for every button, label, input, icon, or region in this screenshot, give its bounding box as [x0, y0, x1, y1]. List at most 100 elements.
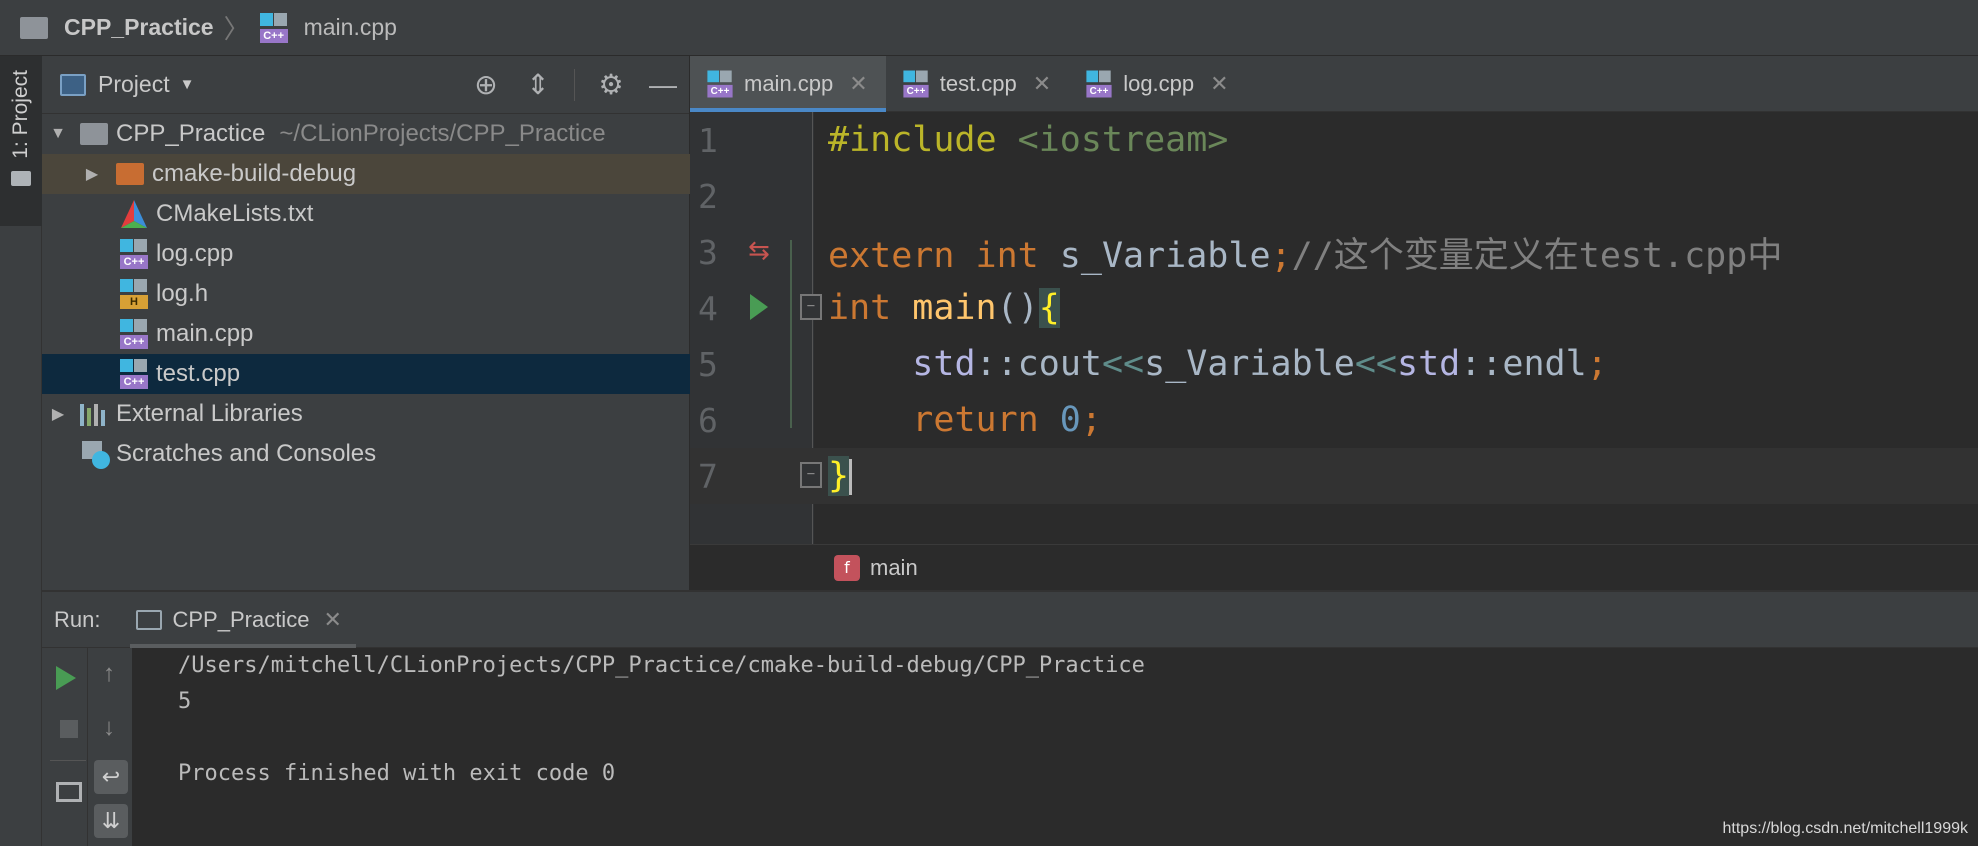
breadcrumb-separator-icon: 〉 [223, 14, 250, 44]
watermark: https://blog.csdn.net/mitchell1999k [1722, 820, 1968, 837]
left-tool-strip: 1: Project [0, 56, 42, 846]
arrow-up-icon[interactable]: ↑ [92, 660, 126, 688]
tree-item-log-cpp[interactable]: C++ log.cpp [42, 234, 690, 274]
tree-item-label: Scratches and Consoles [116, 440, 377, 467]
rerun-icon[interactable] [56, 666, 76, 690]
scroll-to-end-icon[interactable]: ⇊ [94, 804, 128, 838]
tree-item-label: main.cpp [156, 320, 254, 347]
close-icon[interactable]: ✕ [849, 71, 867, 97]
code-token: int [828, 288, 892, 328]
breadcrumb-function-label[interactable]: main [870, 555, 918, 581]
collapsed-arrow-icon[interactable]: ▶ [48, 404, 68, 424]
code-token: int [954, 235, 1039, 276]
tree-item-cmakelists[interactable]: CMakeLists.txt [42, 194, 690, 234]
line-number: 2 [698, 176, 718, 216]
tree-item-log-h[interactable]: H log.h [42, 274, 690, 314]
cpp-file-icon: C++ [259, 12, 288, 43]
tree-item-test-cpp[interactable]: C++ test.cpp [42, 354, 690, 394]
header-file-icon: H [120, 279, 148, 309]
hide-panel-icon[interactable]: — [647, 69, 679, 101]
breadcrumb-project[interactable]: CPP_Practice [20, 14, 214, 41]
cpp-file-icon: C++ [1086, 70, 1112, 98]
close-icon[interactable]: ✕ [1210, 71, 1228, 97]
project-tool-tab[interactable]: 1: Project [0, 56, 42, 226]
tab-label: test.cpp [939, 71, 1017, 96]
tree-item-main-cpp[interactable]: C++ main.cpp [42, 314, 690, 354]
folder-icon [20, 16, 48, 39]
code-token: << [1101, 344, 1145, 384]
folder-icon [80, 123, 108, 145]
code-line-7[interactable]: 7 − } [690, 448, 1978, 504]
code-line-1[interactable]: 1 #include <iostream> [690, 112, 1978, 168]
toolbar-divider [574, 68, 575, 101]
close-icon[interactable]: ✕ [323, 607, 341, 633]
tree-item-label: test.cpp [156, 360, 241, 387]
code-token: endl [1502, 344, 1587, 384]
stop-icon[interactable] [60, 720, 78, 738]
code-line-6[interactable]: 6 return 0; [690, 392, 1978, 448]
navigate-to-definition-icon[interactable]: ⇆ [748, 236, 770, 266]
line-number: 4 [698, 288, 718, 328]
project-tool-tab-label: 1: Project [9, 70, 32, 159]
cpp-file-icon: C++ [707, 70, 733, 98]
tab-label: log.cpp [1123, 71, 1195, 96]
code-line-5[interactable]: 5 std::cout<<s_Variable<<std::endl; [690, 336, 1978, 392]
tab-log-cpp[interactable]: C++ log.cpp ✕ [1069, 56, 1246, 112]
code-token: std [1397, 344, 1461, 384]
code-token: ; [1080, 400, 1102, 440]
tree-item-scratches[interactable]: Scratches and Consoles [42, 434, 690, 474]
fold-icon[interactable]: − [800, 294, 822, 320]
tree-item-external-libraries[interactable]: ▶ External Libraries [42, 394, 690, 434]
code-token: #include [828, 120, 997, 160]
line-number: 5 [698, 344, 718, 384]
tab-main-cpp[interactable]: C++ main.cpp ✕ [690, 56, 886, 112]
text-caret [849, 459, 853, 495]
tree-item-label: CMakeLists.txt [156, 200, 314, 227]
code-token: 0 [1038, 400, 1081, 440]
breadcrumb-file[interactable]: C++ main.cpp [259, 12, 397, 43]
breadcrumb-file-label: main.cpp [303, 14, 397, 40]
fold-icon[interactable]: − [800, 462, 822, 488]
tree-item-cmake-build-debug[interactable]: ▶ cmake-build-debug [42, 154, 690, 194]
code-token: s_Variable [1144, 344, 1355, 384]
collapse-all-icon[interactable]: ⇕ [522, 68, 554, 101]
tree-item-label: External Libraries [116, 400, 303, 427]
run-tab-label: CPP_Practice [172, 606, 310, 632]
expanded-arrow-icon[interactable]: ▼ [48, 125, 68, 143]
scratches-icon [80, 439, 110, 469]
run-icon[interactable] [750, 294, 768, 320]
code-line-3[interactable]: 3 ⇆ extern int s_Variable;//这个变量定义在test.… [690, 224, 1978, 280]
project-panel-title[interactable]: Project [98, 71, 170, 98]
code-editor[interactable]: 1 #include <iostream> 2 3 ⇆ extern int s… [690, 112, 1978, 590]
run-panel: Run: CPP_Practice ✕ ↑ ↓ ↩ ⇊ /Users/mitch… [42, 590, 1978, 846]
soft-wrap-icon[interactable]: ↩ [94, 760, 128, 794]
code-token: main [891, 288, 997, 328]
function-icon: f [834, 554, 860, 581]
tree-item-root[interactable]: ▼ CPP_Practice ~/CLionProjects/CPP_Pract… [42, 114, 690, 154]
layout-icon[interactable] [56, 782, 82, 802]
console-output[interactable]: /Users/mitchell/CLionProjects/CPP_Practi… [178, 648, 1145, 792]
toolbar-divider [87, 648, 88, 846]
run-tab[interactable]: CPP_Practice ✕ [130, 592, 357, 648]
code-line-2[interactable]: 2 [690, 168, 1978, 224]
excluded-folder-icon [116, 163, 144, 185]
tree-item-label: cmake-build-debug [152, 160, 357, 187]
cpp-file-icon: C++ [903, 70, 929, 98]
code-token: { [1038, 288, 1060, 328]
console-line: 5 [178, 689, 192, 714]
tab-test-cpp[interactable]: C++ test.cpp ✕ [886, 56, 1069, 112]
toolbar-divider [50, 760, 86, 761]
collapsed-arrow-icon[interactable]: ▶ [82, 164, 102, 184]
console-line: Process finished with exit code 0 [178, 761, 616, 786]
gear-icon[interactable]: ⚙ [595, 68, 627, 101]
arrow-down-icon[interactable]: ↓ [92, 714, 126, 742]
cpp-file-icon: C++ [120, 319, 148, 349]
tree-item-path: ~/CLionProjects/CPP_Practice [279, 120, 606, 147]
code-token: << [1354, 344, 1397, 384]
tree-item-label: CPP_Practice [116, 120, 266, 147]
chevron-down-icon[interactable]: ▼ [180, 76, 195, 93]
close-icon[interactable]: ✕ [1033, 71, 1051, 97]
locate-file-icon[interactable]: ⊕ [470, 68, 502, 101]
code-line-4[interactable]: 4 − int main(){ [690, 280, 1978, 336]
project-tree: ▼ CPP_Practice ~/CLionProjects/CPP_Pract… [42, 114, 690, 474]
